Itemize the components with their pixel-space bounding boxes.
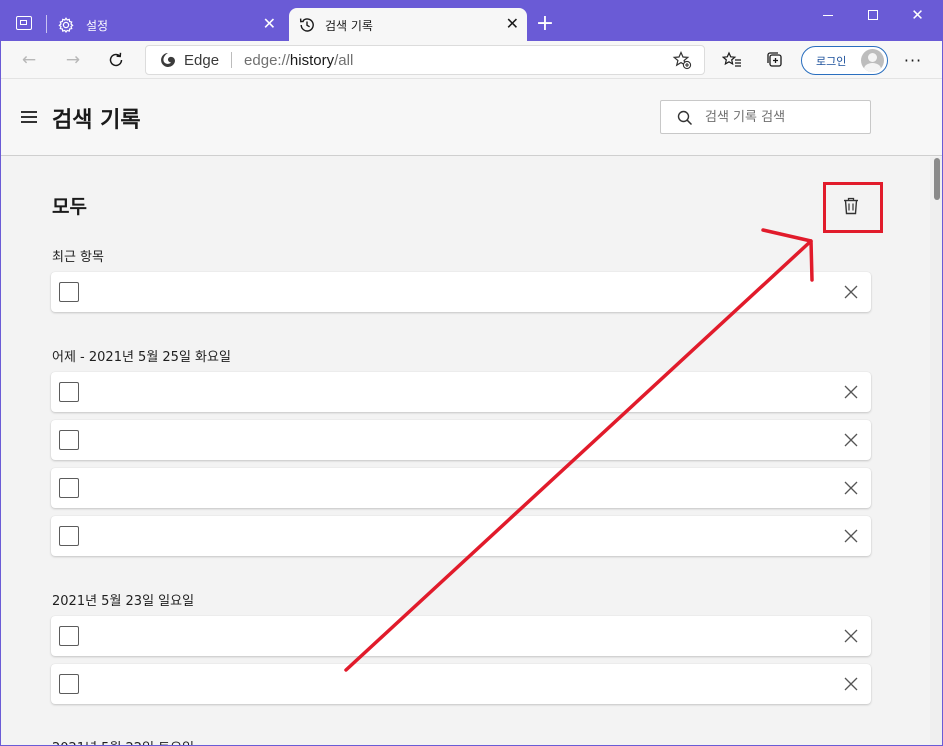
- history-row[interactable]: [51, 272, 871, 312]
- remove-icon[interactable]: [842, 479, 860, 497]
- history-row[interactable]: [51, 420, 871, 460]
- history-content: 모두 최근 항목 어제 - 2021년 5월 25일 화요일 2021년 5월 …: [0, 157, 930, 746]
- row-checkbox[interactable]: [59, 674, 79, 694]
- remove-icon[interactable]: [842, 431, 860, 449]
- row-checkbox[interactable]: [59, 382, 79, 402]
- close-tab-icon[interactable]: ✕: [263, 15, 276, 33]
- login-button[interactable]: 로그인: [801, 46, 888, 75]
- page-header: 검색 기록: [0, 79, 943, 156]
- maximize-icon[interactable]: [850, 3, 895, 27]
- tab-history[interactable]: 검색 기록 ✕: [289, 8, 527, 41]
- row-checkbox[interactable]: [59, 430, 79, 450]
- avatar: [861, 49, 884, 72]
- remove-icon[interactable]: [842, 527, 860, 545]
- page-title: 검색 기록: [52, 108, 141, 133]
- row-checkbox[interactable]: [59, 526, 79, 546]
- row-checkbox[interactable]: [59, 478, 79, 498]
- address-bar[interactable]: Edge edge://history/all: [145, 45, 705, 75]
- search-icon: [677, 110, 693, 126]
- history-row[interactable]: [51, 664, 871, 704]
- close-tab-icon[interactable]: ✕: [506, 15, 519, 33]
- history-row[interactable]: [51, 616, 871, 656]
- back-arrow-icon[interactable]: ←: [16, 47, 42, 73]
- title-bar: 설정 ✕ 검색 기록 ✕ + ✕: [0, 0, 943, 41]
- tab-actions-icon[interactable]: [16, 16, 32, 30]
- navigation-bar: ← → Edge edge://history/all 로그인 ···: [0, 41, 943, 79]
- login-label: 로그인: [816, 54, 847, 68]
- address-divider: [231, 52, 233, 68]
- add-favorite-icon[interactable]: [672, 50, 692, 70]
- menu-icon[interactable]: [21, 111, 37, 123]
- search-input[interactable]: [705, 108, 855, 126]
- group-label: 최근 항목: [52, 250, 104, 265]
- refresh-icon[interactable]: [103, 47, 129, 73]
- remove-icon[interactable]: [842, 627, 860, 645]
- url-path: /all: [334, 51, 354, 69]
- group-label: 2021년 5월 23일 일요일: [52, 594, 195, 609]
- url-host: history: [289, 51, 335, 69]
- history-icon: [299, 18, 314, 32]
- window-close-icon[interactable]: ✕: [895, 3, 940, 27]
- group-label: 어제 - 2021년 5월 25일 화요일: [52, 350, 231, 365]
- url-prefix: edge://: [244, 51, 290, 69]
- history-row[interactable]: [51, 372, 871, 412]
- edge-logo-icon: [161, 53, 175, 67]
- highlight-box: [823, 182, 883, 233]
- gear-icon: [58, 17, 74, 33]
- row-checkbox[interactable]: [59, 626, 79, 646]
- row-checkbox[interactable]: [59, 282, 79, 302]
- group-label: 2021년 5월 22일 토요일: [52, 737, 194, 746]
- scrollbar-thumb[interactable]: [934, 158, 940, 200]
- address-brand: Edge: [184, 51, 220, 69]
- forward-arrow-icon[interactable]: →: [60, 47, 86, 73]
- address-url: edge://history/all: [244, 52, 353, 69]
- remove-icon[interactable]: [842, 675, 860, 693]
- collections-icon[interactable]: [762, 47, 788, 73]
- tab-history-label: 검색 기록: [325, 19, 373, 33]
- history-row[interactable]: [51, 468, 871, 508]
- favorites-icon[interactable]: [719, 47, 745, 73]
- plus-icon[interactable]: +: [533, 10, 557, 38]
- remove-icon[interactable]: [842, 383, 860, 401]
- tab-settings[interactable]: 설정 ✕: [46, 8, 286, 41]
- more-options-icon[interactable]: ···: [900, 47, 926, 73]
- search-box[interactable]: [660, 100, 871, 134]
- tab-settings-label: 설정: [86, 19, 109, 33]
- section-title: 모두: [52, 196, 87, 218]
- history-row[interactable]: [51, 516, 871, 556]
- remove-icon[interactable]: [842, 283, 860, 301]
- scrollbar[interactable]: [930, 157, 943, 746]
- minimize-icon[interactable]: [805, 3, 850, 27]
